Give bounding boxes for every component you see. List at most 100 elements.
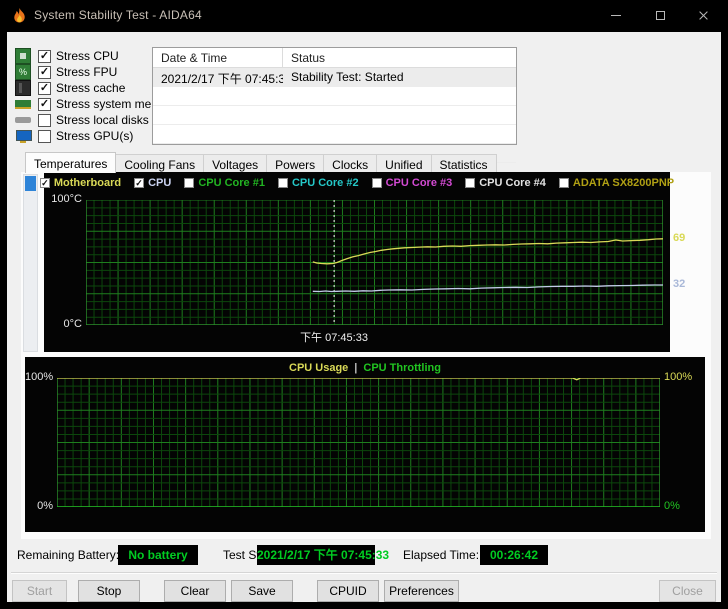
gpu-icon — [15, 128, 32, 144]
usage-right-max-label: 100% — [664, 371, 693, 383]
preferences-button[interactable]: Preferences — [384, 580, 459, 602]
fpu-icon: % — [15, 64, 31, 80]
cpu-icon — [15, 48, 31, 64]
column-header-status: Status — [291, 51, 326, 65]
stop-button[interactable]: Stop — [78, 580, 140, 602]
legend-checkbox-cpu-core-1[interactable] — [184, 178, 195, 188]
checkbox-stress-fpu[interactable]: ✓ — [38, 65, 51, 79]
test-started-value: 2021/2/17 下午 07:45:33 — [257, 545, 389, 565]
checkbox-stress-system-memory[interactable]: ✓ — [38, 97, 51, 111]
minimize-button[interactable] — [593, 0, 638, 31]
legend-item-cpu: ✓ CPU — [134, 177, 171, 189]
clear-button[interactable]: Clear — [164, 580, 226, 602]
elapsed-time-value: 00:26:42 — [480, 545, 548, 565]
log-table-body: 2021/2/17 下午 07:45:33 Stability Test: Sta… — [153, 68, 516, 163]
legend-label: CPU — [148, 177, 172, 189]
series-cpu-usage — [57, 378, 660, 381]
cpu-usage-chart-title: CPU Usage | CPU Throttling — [25, 362, 705, 374]
memory-icon — [15, 96, 31, 112]
action-buttons-row: Start Stop Clear Save CPUID Preferences Close — [7, 580, 721, 602]
legend-checkbox-cpu-core-4[interactable] — [465, 178, 476, 188]
elapsed-time-label: Elapsed Time: — [403, 548, 480, 562]
status-bar: Remaining Battery: No battery Test Start… — [7, 545, 721, 565]
checkbox-stress-local-disks[interactable] — [38, 113, 51, 127]
scrollbar-thumb[interactable] — [25, 176, 36, 191]
chart-title-part: | — [354, 362, 358, 374]
tab-temperatures[interactable]: Temperatures — [25, 152, 117, 173]
maximize-button[interactable] — [638, 0, 683, 31]
tab-strip: Temperatures Cooling Fans Voltages Powers Cl… — [25, 152, 497, 173]
stress-option-label: Stress CPU — [56, 49, 119, 63]
tab-unified[interactable]: Unified — [377, 154, 432, 173]
legend-checkbox-cpu-core-2[interactable] — [277, 178, 288, 188]
chart-title-part: CPU Usage — [289, 362, 349, 374]
log-row[interactable]: 2021/2/17 下午 07:45:33 Stability Test: Sta… — [153, 68, 516, 87]
log-row-empty — [153, 87, 516, 106]
log-row-empty — [153, 125, 516, 144]
usage-left-max-label: 100% — [25, 371, 54, 383]
stress-option-label: Stress GPU(s) — [56, 129, 134, 143]
tab-clocks[interactable]: Clocks — [324, 154, 378, 173]
checkbox-stress-cache[interactable]: ✓ — [38, 81, 51, 95]
cpu-usage-chart: CPU Usage | CPU Throttling 100% 0% 100% 0% — [25, 357, 705, 532]
legend-checkbox-cpu[interactable]: ✓ — [134, 178, 145, 188]
battery-value: No battery — [118, 545, 198, 565]
y-axis-min-label: 0°C — [63, 318, 82, 330]
log-datetime: 2021/2/17 下午 07:45:33 — [161, 72, 283, 86]
minimize-icon — [610, 15, 621, 16]
legend-checkbox-cpu-core-3[interactable] — [371, 178, 382, 188]
current-value-motherboard: 69 — [673, 231, 686, 244]
maximize-icon — [656, 11, 665, 20]
stress-option-label: Stress local disks — [56, 113, 149, 127]
disk-icon — [15, 112, 31, 128]
legend-label: CPU Core #1 — [198, 177, 265, 189]
legend-label: ADATA SX8200PNP — [572, 177, 675, 189]
legend-item-cpu-core-1: CPU Core #1 — [184, 177, 265, 189]
legend-item-cpu-core-2: CPU Core #2 — [277, 177, 359, 189]
chart-title-part: CPU Throttling — [363, 362, 441, 374]
legend-checkbox-motherboard[interactable]: ✓ — [39, 178, 50, 188]
current-value-cpu: 32 — [673, 278, 686, 290]
window-title: System Stability Test - AIDA64 — [34, 8, 202, 22]
column-header-datetime: Date & Time — [153, 48, 283, 67]
checkbox-stress-cpu[interactable]: ✓ — [38, 49, 51, 63]
stress-option-label: Stress FPU — [56, 65, 118, 79]
temperature-legend: ✓ Motherboard ✓ CPU CPU Core #1 CPU Core #2 CP… — [39, 177, 674, 189]
event-log-table[interactable]: Date & Time Status 2021/2/17 下午 07:45:33… — [152, 47, 517, 163]
tab-statistics[interactable]: Statistics — [431, 154, 497, 173]
graphs-scrollbar[interactable] — [23, 174, 38, 352]
legend-item-adata-sx8200pnp: ADATA SX8200PNP — [558, 177, 675, 189]
time-marker-label: 下午 07:45:33 — [300, 332, 368, 344]
close-button: Close — [659, 580, 716, 602]
usage-left-min-label: 0% — [37, 500, 53, 512]
log-row-empty — [153, 106, 516, 125]
start-button: Start — [12, 580, 67, 602]
temperature-chart: ✓ Motherboard ✓ CPU CPU Core #1 CPU Core #2 CP… — [39, 172, 685, 352]
log-table-header: Date & Time Status — [153, 48, 516, 68]
close-button[interactable] — [681, 0, 726, 31]
legend-item-cpu-core-3: CPU Core #3 — [371, 177, 453, 189]
legend-checkbox-adata-sx8200pnp[interactable] — [558, 178, 569, 188]
close-icon — [698, 10, 709, 21]
stress-option-label: Stress cache — [56, 81, 126, 95]
battery-label: Remaining Battery: — [17, 548, 120, 562]
series-motherboard — [312, 238, 663, 265]
legend-label: CPU Core #4 — [479, 177, 546, 189]
usage-right-min-label: 0% — [664, 500, 680, 512]
titlebar: System Stability Test - AIDA64 — [0, 0, 728, 32]
cpu-usage-plot — [57, 378, 660, 507]
legend-label: CPU Core #2 — [291, 177, 359, 189]
tab-voltages[interactable]: Voltages — [204, 154, 268, 173]
tab-powers[interactable]: Powers — [267, 154, 325, 173]
app-window: System Stability Test - AIDA64 ✓ Stress C… — [0, 0, 728, 609]
temperatures-tab-panel: ✓ Motherboard ✓ CPU CPU Core #1 CPU Core #2 CP… — [21, 172, 711, 539]
legend-label: Motherboard — [53, 177, 122, 189]
separator-line — [11, 572, 717, 574]
cpuid-button[interactable]: CPUID — [317, 580, 379, 602]
cache-icon — [15, 80, 31, 96]
legend-label: CPU Core #3 — [385, 177, 453, 189]
checkbox-stress-gpu-s[interactable] — [38, 129, 51, 143]
log-status: Stability Test: Started — [291, 70, 404, 84]
save-button[interactable]: Save — [231, 580, 293, 602]
tab-cooling-fans[interactable]: Cooling Fans — [116, 154, 205, 173]
